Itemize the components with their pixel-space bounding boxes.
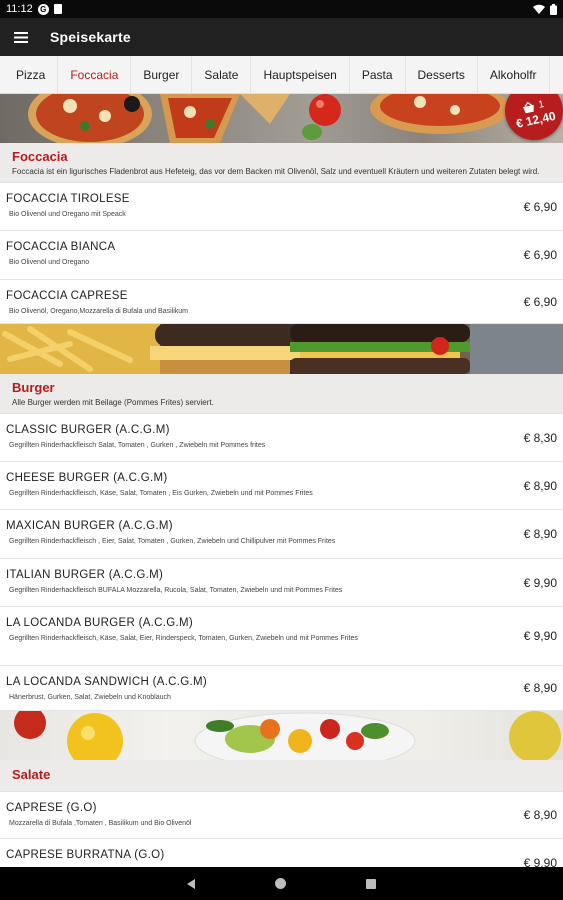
item-description: Bio Olivenöl, Oregano,Mozzarella di Bufa…: [9, 308, 188, 315]
wifi-icon: [533, 4, 545, 14]
back-icon[interactable]: [187, 878, 195, 889]
menu-item[interactable]: CAPRESE BURRATNA (G.O) € 9,90: [0, 839, 563, 867]
item-description: Bio Olivenöl und Oregano: [9, 259, 90, 266]
status-bar: 11:12 G: [0, 0, 563, 18]
item-name: CAPRESE BURRATNA (G.O): [6, 849, 165, 861]
category-description: Alle Burger werden mit Beilage (Pommes F…: [12, 398, 214, 407]
item-description: Mozzarella di Bufala ,Tomaten , Basiliku…: [9, 820, 192, 827]
sim-icon: [53, 4, 62, 14]
item-name: CAPRESE (G.O): [6, 802, 97, 814]
menu-item[interactable]: CAPRESE (G.O) Mozzarella di Bufala ,Toma…: [0, 792, 563, 839]
menu-button[interactable]: [2, 18, 40, 56]
item-description: Gegrillten Rinderhackfleisch Salat, Toma…: [9, 442, 266, 449]
item-name: FOCACCIA CAPRESE: [6, 290, 128, 302]
item-name: FOCACCIA BIANCA: [6, 241, 116, 253]
item-price: € 8,90: [523, 681, 557, 695]
page-title: Speisekarte: [50, 29, 131, 45]
item-price: € 8,90: [523, 808, 557, 822]
item-price: € 9,90: [523, 575, 557, 590]
menu-item[interactable]: CHEESE BURGER (A.C.G.M) Gegrillten Rinde…: [0, 462, 563, 510]
tab-alkoholfrei[interactable]: Alkoholfr: [478, 56, 550, 93]
app-bar: Speisekarte: [0, 18, 563, 56]
item-name: CLASSIC BURGER (A.C.G.M): [6, 424, 170, 436]
menu-item[interactable]: FOCACCIA CAPRESE Bio Olivenöl, Oregano,M…: [0, 280, 563, 324]
recent-apps-icon[interactable]: [366, 878, 376, 889]
tab-burger[interactable]: Burger: [131, 56, 193, 93]
burger-illustration: [0, 324, 563, 374]
google-icon: G: [37, 3, 49, 15]
battery-icon: [550, 3, 557, 15]
category-title: Burger: [12, 380, 55, 395]
tab-hauptspeisen[interactable]: Hauptspeisen: [251, 56, 350, 93]
category-tabs: Pizza Foccacia Burger Salate Hauptspeise…: [0, 56, 563, 94]
menu-item[interactable]: CLASSIC BURGER (A.C.G.M) Gegrillten Rind…: [0, 414, 563, 462]
menu-item[interactable]: FOCACCIA BIANCA Bio Olivenöl und Oregano…: [0, 231, 563, 280]
item-description: Bio Olivenöl und Oregano mit Speack: [9, 211, 126, 218]
menu-item[interactable]: LA LOCANDA SANDWICH (A.C.G.M) Hänerbrust…: [0, 666, 563, 711]
cart-count: 1: [537, 98, 546, 111]
pizza-illustration: [28, 94, 510, 143]
item-price: € 6,90: [523, 294, 557, 309]
item-description: Gegrillten Rinderhackfleisch, Käse, Sala…: [9, 635, 358, 642]
category-header-burger: Burger Alle Burger werden mit Beilage (P…: [0, 374, 563, 414]
item-price: € 6,90: [523, 199, 557, 214]
salad-illustration: [14, 711, 561, 760]
category-header-salate: Salate: [0, 760, 563, 792]
item-name: CHEESE BURGER (A.C.G.M): [6, 472, 168, 484]
item-price: € 8,90: [523, 527, 557, 541]
item-description: Gegrillten Rinderhackfleisch, Käse, Sala…: [9, 490, 313, 497]
menu-item[interactable]: FOCACCIA TIROLESE Bio Olivenöl und Orega…: [0, 183, 563, 231]
item-name: FOCACCIA TIROLESE: [6, 193, 130, 205]
tab-pizza[interactable]: Pizza: [0, 56, 59, 93]
home-icon[interactable]: [275, 878, 286, 889]
menu-item[interactable]: ITALIAN BURGER (A.C.G.M) Gegrillten Rind…: [0, 559, 563, 607]
menu-item[interactable]: MAXICAN BURGER (A.C.G.M) Gegrillten Rind…: [0, 510, 563, 559]
tab-pasta[interactable]: Pasta: [350, 56, 406, 93]
tab-salate[interactable]: Salate: [192, 56, 252, 93]
salate-banner-image: [0, 711, 563, 760]
category-title: Foccacia: [12, 149, 68, 164]
status-time: 11:12: [6, 3, 33, 15]
menu-list[interactable]: 1 € 12,40 Foccacia Foccacia ist ein ligu…: [0, 94, 563, 867]
item-name: MAXICAN BURGER (A.C.G.M): [6, 520, 173, 532]
item-description: Hänerbrust, Gurken, Salat, Zwiebeln und …: [9, 694, 171, 701]
item-price: € 9,90: [523, 629, 557, 643]
menu-item[interactable]: LA LOCANDA BURGER (A.C.G.M) Gegrillten R…: [0, 607, 563, 666]
burger-banner-image: [0, 324, 563, 374]
item-name: LA LOCANDA SANDWICH (A.C.G.M): [6, 676, 208, 688]
item-description: Gegrillten Rinderhackfleisch , Eier, Sal…: [9, 538, 336, 545]
hamburger-menu-icon: [14, 31, 28, 43]
foccacia-banner-image: 1 € 12,40: [0, 94, 563, 143]
item-price: € 8,30: [523, 430, 557, 445]
item-description: Gegrillten Rinderhackfleisch BUFALA Mozz…: [9, 587, 343, 594]
category-title: Salate: [12, 767, 51, 782]
tab-foccacia[interactable]: Foccacia: [58, 56, 132, 93]
item-name: LA LOCANDA BURGER (A.C.G.M): [6, 617, 194, 629]
item-price: € 8,90: [523, 478, 557, 493]
item-name: ITALIAN BURGER (A.C.G.M): [6, 569, 164, 581]
cart-total: € 12,40: [514, 108, 557, 131]
item-price: € 9,90: [523, 855, 557, 868]
item-price: € 6,90: [523, 248, 557, 262]
system-navigation-bar: [0, 867, 563, 900]
category-header-foccacia: Foccacia Foccacia ist ein ligurisches Fl…: [0, 143, 563, 183]
tab-desserts[interactable]: Desserts: [406, 56, 478, 93]
category-description: Foccacia ist ein ligurisches Fladenbrot …: [12, 167, 540, 176]
